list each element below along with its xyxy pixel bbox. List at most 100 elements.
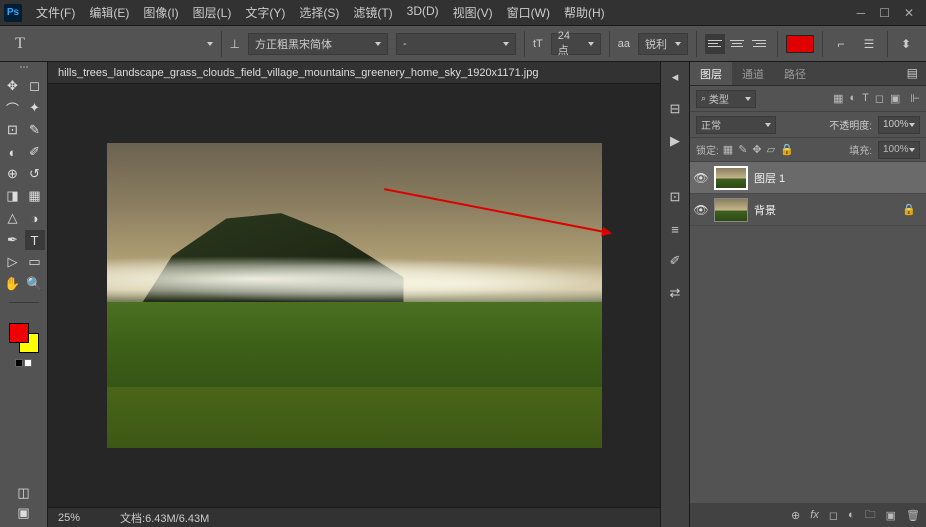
- blur-tool[interactable]: △: [3, 208, 23, 228]
- lock-transparent-icon[interactable]: ▦: [723, 143, 733, 156]
- panel-icon[interactable]: ≡: [666, 220, 684, 238]
- shape-tool[interactable]: ▭: [25, 252, 45, 272]
- adjustment-layer-icon[interactable]: ◐: [848, 509, 855, 521]
- layer-thumbnail[interactable]: [714, 198, 748, 222]
- tool-preset-icon[interactable]: T: [10, 34, 30, 54]
- align-right-button[interactable]: [749, 34, 769, 54]
- filter-adjust-icon[interactable]: ◐: [849, 92, 856, 105]
- zoom-tool[interactable]: 🔍: [25, 274, 45, 294]
- visibility-toggle-icon[interactable]: 👁: [694, 203, 708, 217]
- layer-style-icon[interactable]: fx: [810, 509, 819, 521]
- layer-name[interactable]: 图层 1: [754, 170, 785, 186]
- visibility-toggle-icon[interactable]: 👁: [694, 171, 708, 185]
- maximize-icon[interactable]: ☐: [879, 6, 890, 20]
- tab-paths[interactable]: 路径: [774, 62, 816, 85]
- font-size-dropdown[interactable]: 24 点: [551, 33, 601, 55]
- collapsed-panel-dock: ◂ ⊟ ▶ ⊡ ≡ ✐ ⇄: [660, 62, 690, 527]
- panel-icon[interactable]: ⇄: [666, 284, 684, 302]
- new-layer-icon[interactable]: ▣: [886, 509, 896, 522]
- filter-smart-icon[interactable]: ▣: [890, 92, 900, 105]
- panel-icon[interactable]: ✐: [666, 252, 684, 270]
- filter-shape-icon[interactable]: ◻: [875, 92, 884, 105]
- layer-row[interactable]: 👁 图层 1: [690, 162, 926, 194]
- character-panel-icon[interactable]: ☰: [859, 34, 879, 54]
- document-info[interactable]: 文档:6.43M/6.43M: [120, 510, 209, 526]
- menu-edit[interactable]: 编辑(E): [83, 1, 135, 24]
- warp-text-icon[interactable]: ⌐: [831, 34, 851, 54]
- menu-3d[interactable]: 3D(D): [401, 1, 445, 24]
- default-colors-icon[interactable]: [15, 359, 32, 367]
- align-left-button[interactable]: [705, 34, 725, 54]
- text-color-swatch[interactable]: [786, 35, 814, 53]
- screenmode-icon[interactable]: ▣: [14, 503, 34, 523]
- panel-icon[interactable]: ⊡: [666, 188, 684, 206]
- lock-image-icon[interactable]: ✎: [738, 143, 747, 156]
- lock-all-icon[interactable]: 🔒: [780, 143, 794, 156]
- quickmask-icon[interactable]: ◫: [14, 483, 34, 503]
- lock-artboard-icon[interactable]: ▱: [767, 143, 775, 156]
- menu-help[interactable]: 帮助(H): [558, 1, 611, 24]
- foreground-color[interactable]: [9, 323, 29, 343]
- minimize-icon[interactable]: ─: [857, 6, 866, 20]
- menu-view[interactable]: 视图(V): [447, 1, 499, 24]
- history-brush-tool[interactable]: ↺: [25, 164, 45, 184]
- opacity-dropdown[interactable]: 100%: [878, 116, 920, 134]
- menu-window[interactable]: 窗口(W): [501, 1, 556, 24]
- antialias-dropdown[interactable]: 锐利: [638, 33, 688, 55]
- lasso-tool[interactable]: ⌒: [3, 98, 23, 118]
- canvas[interactable]: [48, 84, 660, 507]
- panel-menu-icon[interactable]: ▤: [899, 62, 926, 85]
- filter-pixel-icon[interactable]: ▦: [833, 92, 843, 105]
- layer-row[interactable]: 👁 背景 🔒: [690, 194, 926, 226]
- color-picker[interactable]: [9, 323, 39, 353]
- filter-type-icon[interactable]: T: [862, 92, 869, 105]
- expand-dock-icon[interactable]: ◂: [666, 68, 684, 86]
- filter-type-dropdown[interactable]: ⌕ 类型: [696, 90, 756, 108]
- font-family-dropdown[interactable]: 方正粗黑宋简体: [248, 33, 388, 55]
- blend-mode-dropdown[interactable]: 正常: [696, 116, 776, 134]
- menu-filter[interactable]: 滤镜(T): [347, 1, 398, 24]
- marquee-tool[interactable]: ◻: [25, 76, 45, 96]
- fill-dropdown[interactable]: 100%: [878, 141, 920, 159]
- eyedropper-tool[interactable]: ✎: [25, 120, 45, 140]
- eraser-tool[interactable]: ◨: [3, 186, 23, 206]
- move-tool[interactable]: ✥: [3, 76, 23, 96]
- close-icon[interactable]: ✕: [904, 6, 914, 20]
- tool-preset-caret-icon[interactable]: [207, 42, 213, 46]
- menu-file[interactable]: 文件(F): [30, 1, 81, 24]
- link-layers-icon[interactable]: ⊕: [791, 509, 800, 522]
- type-tool[interactable]: T: [25, 230, 45, 250]
- menu-select[interactable]: 选择(S): [293, 1, 345, 24]
- tab-layers[interactable]: 图层: [690, 62, 732, 85]
- menu-image[interactable]: 图像(I): [137, 1, 184, 24]
- magic-wand-tool[interactable]: ✦: [25, 98, 45, 118]
- panel-icon[interactable]: ▶: [666, 132, 684, 150]
- lock-position-icon[interactable]: ✥: [752, 143, 761, 156]
- tab-channels[interactable]: 通道: [732, 62, 774, 85]
- dodge-tool[interactable]: ◑: [25, 208, 45, 228]
- orientation-icon[interactable]: ⊥: [230, 37, 240, 51]
- pen-tool[interactable]: ✒: [3, 230, 23, 250]
- gradient-tool[interactable]: ▦: [25, 186, 45, 206]
- menu-layer[interactable]: 图层(L): [187, 1, 238, 24]
- healing-tool[interactable]: ◐: [3, 142, 23, 162]
- path-select-tool[interactable]: ▷: [3, 252, 23, 272]
- crop-tool[interactable]: ⊡: [3, 120, 23, 140]
- layer-name[interactable]: 背景: [754, 202, 776, 218]
- document-tab[interactable]: hills_trees_landscape_grass_clouds_field…: [48, 62, 660, 84]
- hand-tool[interactable]: ✋: [3, 274, 23, 294]
- layer-thumbnail[interactable]: [714, 166, 748, 190]
- menu-type[interactable]: 文字(Y): [239, 1, 291, 24]
- panel-icon[interactable]: ⊟: [666, 100, 684, 118]
- stamp-tool[interactable]: ⊕: [3, 164, 23, 184]
- font-style-dropdown[interactable]: -: [396, 33, 516, 55]
- brush-tool[interactable]: ✐: [25, 142, 45, 162]
- group-icon[interactable]: 🗀: [865, 506, 876, 525]
- delete-layer-icon[interactable]: 🗑: [906, 509, 920, 522]
- layer-mask-icon[interactable]: ◻: [829, 509, 838, 522]
- filter-toggle-icon[interactable]: ⊩: [910, 92, 920, 105]
- align-center-button[interactable]: [727, 34, 747, 54]
- zoom-level[interactable]: 25%: [58, 512, 80, 524]
- grip-icon[interactable]: [9, 66, 39, 72]
- 3d-icon[interactable]: ⬍: [896, 34, 916, 54]
